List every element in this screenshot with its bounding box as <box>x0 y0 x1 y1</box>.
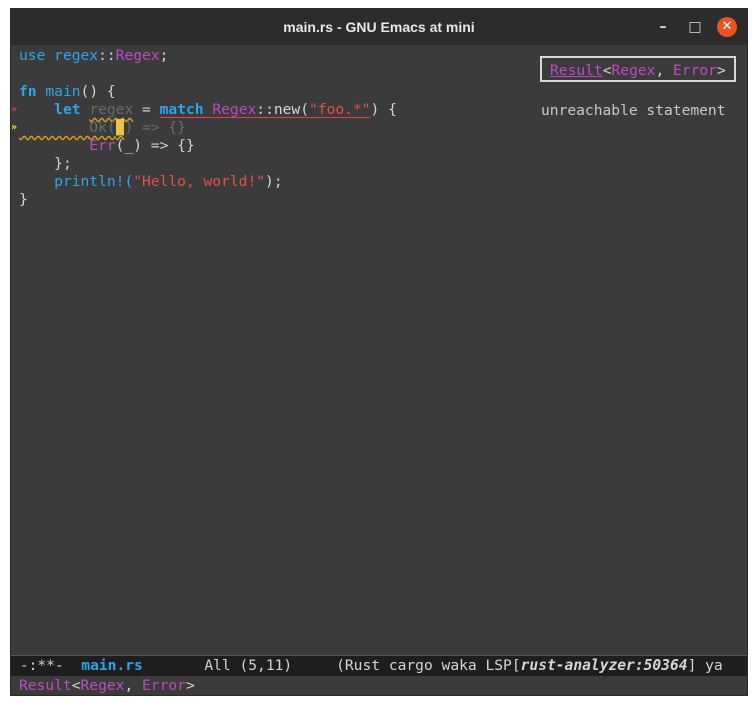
keyword-let: let <box>54 101 81 118</box>
code-line-7[interactable]: }; <box>19 155 72 173</box>
fn-signature: () { <box>80 83 116 100</box>
type-name: Regex <box>115 47 160 64</box>
inline-diagnostic: unreachable statement <box>541 102 726 119</box>
minimize-icon[interactable]: – <box>653 17 673 37</box>
assign-op: = <box>133 101 160 118</box>
module-path: regex <box>54 47 99 64</box>
path-separator: :: <box>98 47 116 64</box>
code-editor[interactable]: use regex::Regex; fn main() { » let rege… <box>11 45 747 655</box>
hover-error-type: Error <box>673 62 717 79</box>
call-expr: ::new( <box>256 101 309 118</box>
mode-line[interactable]: -:**- main.rs All (5,11) (Rust cargo wak… <box>11 655 747 676</box>
warning-fringe-icon: » <box>11 122 18 133</box>
block-close: } <box>19 191 28 208</box>
echo-gt: > <box>185 677 195 694</box>
err-variant: Err <box>89 137 116 154</box>
echo-error-type: Error <box>142 677 186 694</box>
buffer-state: -:**- <box>11 657 82 674</box>
cursor-position: All (5,11) <box>142 657 337 674</box>
function-name: main <box>45 83 81 100</box>
hover-gt: > <box>716 62 726 79</box>
keyword-fn: fn <box>19 83 37 100</box>
echo-result-type: Result <box>19 677 72 694</box>
emacs-window: main.rs - GNU Emacs at mini – □ ✕ use re… <box>10 8 748 696</box>
echo-regex-type: Regex <box>80 677 125 694</box>
hover-comma: , <box>655 62 674 79</box>
code-line-4[interactable]: let regex = match Regex::new("foo.*") { <box>19 101 397 119</box>
title-bar: main.rs - GNU Emacs at mini – □ ✕ <box>11 9 747 45</box>
window-title: main.rs - GNU Emacs at mini <box>283 19 475 35</box>
keyword-match: match <box>159 101 204 118</box>
buffer-name[interactable]: main.rs <box>81 657 143 674</box>
code-line-1[interactable]: use regex::Regex; <box>19 47 168 65</box>
major-modes[interactable]: (Rust cargo waka LSP[ <box>336 657 521 674</box>
code-line-9[interactable]: } <box>19 191 28 209</box>
hover-regex-type: Regex <box>611 62 656 79</box>
code-line-8[interactable]: println!("Hello, world!"); <box>19 173 283 191</box>
error-fringe-icon: » <box>11 104 18 115</box>
code-line-6[interactable]: Err(_) => {} <box>19 137 195 155</box>
string-literal: "foo.*" <box>309 101 371 118</box>
call-close: ); <box>265 173 283 190</box>
hover-lt: < <box>602 62 612 79</box>
type-name: Regex <box>212 101 257 118</box>
block-open: ) { <box>370 101 397 118</box>
maximize-icon[interactable]: □ <box>685 17 705 37</box>
semicolon: ; <box>159 47 169 64</box>
unreachable-arm-start: Ok( <box>89 119 116 136</box>
keyword-use: use <box>19 47 46 64</box>
err-arm: (_) => {} <box>115 137 195 154</box>
unreachable-arm-end: ) => {} <box>124 119 186 136</box>
macro-call: println!( <box>54 173 134 190</box>
code-line-3[interactable]: fn main() { <box>19 83 116 101</box>
hover-result-type: Result <box>550 62 603 79</box>
type-hover-popup: Result<Regex, Error> <box>540 56 736 82</box>
close-icon[interactable]: ✕ <box>717 17 737 37</box>
block-close: }; <box>54 155 72 172</box>
code-line-5[interactable]: Ok(_) => {} <box>19 119 186 137</box>
unused-variable: regex <box>89 101 134 118</box>
minor-modes[interactable]: ] ya <box>688 657 723 674</box>
lsp-server[interactable]: rust-analyzer:50364 <box>521 657 688 674</box>
echo-comma: , <box>124 677 143 694</box>
echo-area[interactable]: Result<Regex, Error> <box>11 676 747 695</box>
echo-lt: < <box>71 677 81 694</box>
string-literal: "Hello, world!" <box>133 173 266 190</box>
